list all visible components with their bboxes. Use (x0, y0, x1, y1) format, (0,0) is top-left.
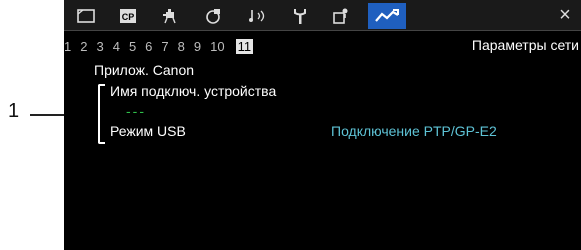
tab-my-menu[interactable] (324, 3, 360, 29)
tab-cp[interactable]: CP (110, 3, 146, 29)
page-number-6[interactable]: 6 (145, 39, 152, 54)
tab-audio[interactable] (240, 3, 276, 29)
camera-menu-screen: CP × 1 2 3 4 5 6 7 8 9 10 11 Параметры с… (64, 0, 581, 250)
screen-title: Параметры сети (471, 37, 579, 53)
tab-custom-button[interactable] (196, 3, 232, 29)
page-number-4[interactable]: 4 (113, 39, 120, 54)
audio-icon (249, 10, 265, 22)
menu-item-canon-app[interactable]: Прилож. Canon (94, 62, 194, 78)
cp-icon: CP (120, 9, 136, 23)
device-name-value: --- (126, 103, 146, 119)
tab-camera[interactable] (152, 3, 188, 29)
usb-mode-value: Подключение PTP/GP-E2 (331, 123, 497, 139)
svg-text:CP: CP (122, 12, 135, 22)
callout-bracket (98, 84, 105, 144)
menu-tab-bar: CP × (64, 0, 581, 31)
page-number-1[interactable]: 1 (64, 39, 71, 54)
tab-film[interactable] (68, 3, 104, 29)
page-number-10[interactable]: 10 (210, 39, 224, 54)
network-icon (375, 9, 399, 22)
page-number-9[interactable]: 9 (194, 39, 201, 54)
page-number-row: 1 2 3 4 5 6 7 8 9 10 11 (64, 37, 254, 55)
page-number-2[interactable]: 2 (80, 39, 87, 54)
wrench-icon (294, 9, 306, 24)
film-icon (77, 9, 95, 23)
page-number-8[interactable]: 8 (178, 39, 185, 54)
tab-network[interactable] (368, 3, 406, 29)
close-button[interactable]: × (555, 4, 575, 26)
page-number-5[interactable]: 5 (129, 39, 136, 54)
callout-area: 1 (0, 0, 98, 250)
custom-button-icon (206, 9, 220, 24)
my-menu-icon (333, 8, 348, 24)
page-number-11[interactable]: 11 (235, 38, 254, 54)
page-number-3[interactable]: 3 (96, 39, 103, 54)
callout-number: 1 (8, 100, 20, 122)
camera-icon (163, 9, 176, 24)
menu-item-usb-mode[interactable]: Режим USB (110, 123, 186, 139)
page-number-7[interactable]: 7 (161, 39, 168, 54)
tab-wrench[interactable] (282, 3, 318, 29)
menu-item-device-name[interactable]: Имя подключ. устройства (110, 83, 276, 99)
